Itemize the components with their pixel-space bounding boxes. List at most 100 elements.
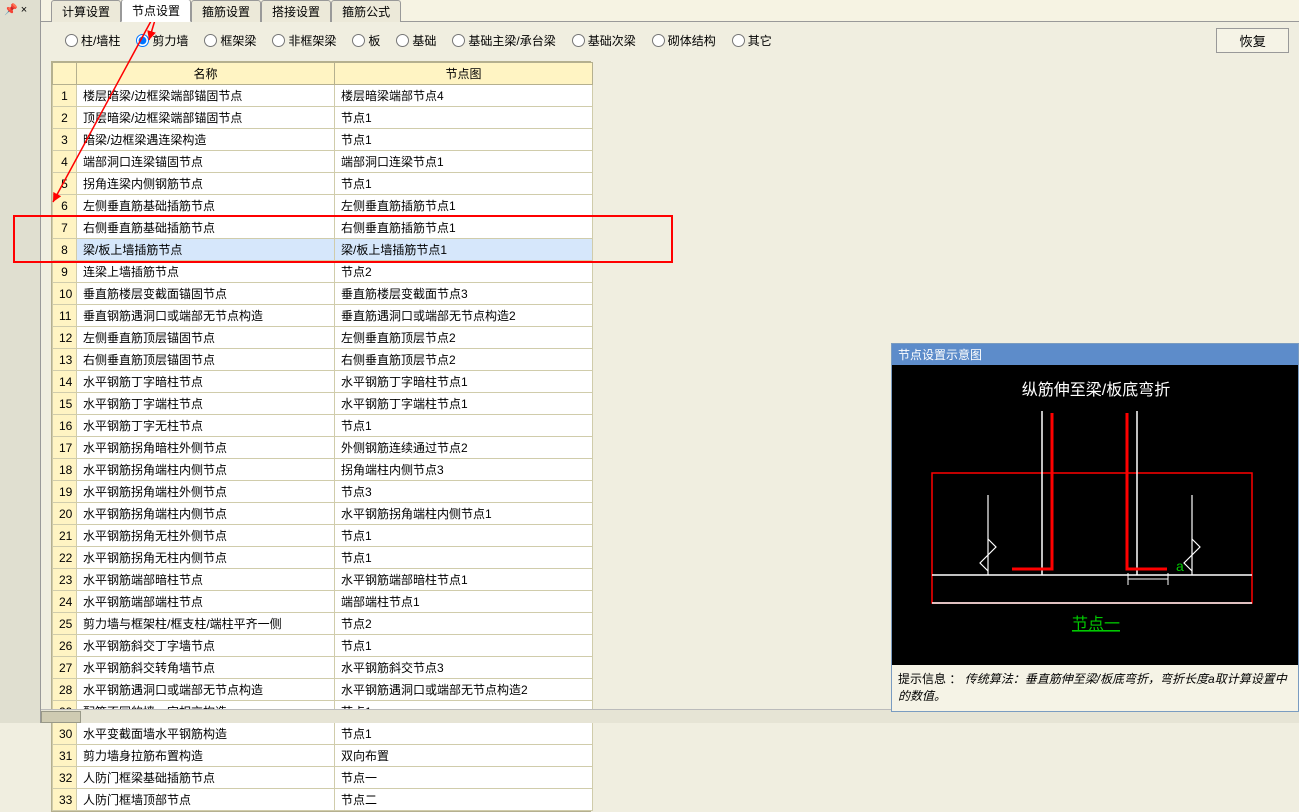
radio-5[interactable]: 基础 [396,32,436,49]
cell-node[interactable]: 右侧垂直筋顶层节点2 [335,349,593,371]
radio-4[interactable]: 板 [352,32,380,49]
table-row[interactable]: 16水平钢筋丁字无柱节点节点1 [53,415,593,437]
table-row[interactable]: 28水平钢筋遇洞口或端部无节点构造水平钢筋遇洞口或端部无节点构造2 [53,679,593,701]
table-row[interactable]: 8梁/板上墙插筋节点梁/板上墙插筋节点1 [53,239,593,261]
table-row[interactable]: 6左侧垂直筋基础插筋节点左侧垂直筋插筋节点1 [53,195,593,217]
cell-node[interactable]: 拐角端柱内侧节点3 [335,459,593,481]
tab-0[interactable]: 计算设置 [51,0,121,22]
cell-name[interactable]: 水平钢筋拐角无柱内侧节点 [77,547,335,569]
cell-node[interactable]: 梁/板上墙插筋节点1 [335,239,593,261]
cell-node[interactable]: 节点1 [335,129,593,151]
tab-2[interactable]: 箍筋设置 [191,0,261,22]
cell-node[interactable]: 节点2 [335,261,593,283]
table-row[interactable]: 5拐角连梁内侧钢筋节点节点1 [53,173,593,195]
cell-node[interactable]: 水平钢筋丁字暗柱节点1 [335,371,593,393]
table-row[interactable]: 23水平钢筋端部暗柱节点水平钢筋端部暗柱节点1 [53,569,593,591]
radio-2[interactable]: 框架梁 [204,32,256,49]
cell-name[interactable]: 水平钢筋端部端柱节点 [77,591,335,613]
table-row[interactable]: 9连梁上墙插筋节点节点2 [53,261,593,283]
cell-name[interactable]: 水平钢筋丁字端柱节点 [77,393,335,415]
radio-9[interactable]: 其它 [732,32,772,49]
cell-node[interactable]: 双向布置 [335,745,593,767]
table-row[interactable]: 18水平钢筋拐角端柱内侧节点拐角端柱内侧节点3 [53,459,593,481]
cell-name[interactable]: 水平钢筋遇洞口或端部无节点构造 [77,679,335,701]
table-row[interactable]: 25剪力墙与框架柱/框支柱/端柱平齐一侧节点2 [53,613,593,635]
cell-name[interactable]: 水平钢筋拐角端柱内侧节点 [77,459,335,481]
cell-name[interactable]: 水平钢筋丁字暗柱节点 [77,371,335,393]
cell-name[interactable]: 梁/板上墙插筋节点 [77,239,335,261]
radio-8[interactable]: 砌体结构 [652,32,716,49]
cell-node[interactable]: 节点一 [335,767,593,789]
cell-node[interactable]: 节点1 [335,173,593,195]
cell-name[interactable]: 端部洞口连梁锚固节点 [77,151,335,173]
col-name-header[interactable]: 名称 [77,63,335,85]
cell-name[interactable]: 拐角连梁内侧钢筋节点 [77,173,335,195]
cell-name[interactable]: 暗梁/边框梁遇连梁构造 [77,129,335,151]
table-row[interactable]: 19水平钢筋拐角端柱外侧节点节点3 [53,481,593,503]
cell-name[interactable]: 左侧垂直筋顶层锚固节点 [77,327,335,349]
table-row[interactable]: 12左侧垂直筋顶层锚固节点左侧垂直筋顶层节点2 [53,327,593,349]
cell-name[interactable]: 水平钢筋斜交转角墙节点 [77,657,335,679]
cell-node[interactable]: 外侧钢筋连续通过节点2 [335,437,593,459]
cell-node[interactable]: 节点二 [335,789,593,811]
cell-node[interactable]: 节点1 [335,525,593,547]
table-row[interactable]: 4端部洞口连梁锚固节点端部洞口连梁节点1 [53,151,593,173]
cell-name[interactable]: 剪力墙与框架柱/框支柱/端柱平齐一侧 [77,613,335,635]
table-row[interactable]: 24水平钢筋端部端柱节点端部端柱节点1 [53,591,593,613]
restore-button[interactable]: 恢复 [1216,28,1289,53]
table-row[interactable]: 3暗梁/边框梁遇连梁构造节点1 [53,129,593,151]
cell-name[interactable]: 水平钢筋端部暗柱节点 [77,569,335,591]
table-row[interactable]: 21水平钢筋拐角无柱外侧节点节点1 [53,525,593,547]
cell-name[interactable]: 右侧垂直筋基础插筋节点 [77,217,335,239]
table-row[interactable]: 7右侧垂直筋基础插筋节点右侧垂直筋插筋节点1 [53,217,593,239]
cell-name[interactable]: 顶层暗梁/边框梁端部锚固节点 [77,107,335,129]
radio-6[interactable]: 基础主梁/承台梁 [452,32,555,49]
cell-node[interactable]: 节点1 [335,723,593,745]
cell-node[interactable]: 节点1 [335,415,593,437]
cell-node[interactable]: 左侧垂直筋插筋节点1 [335,195,593,217]
cell-node[interactable]: 水平钢筋拐角端柱内侧节点1 [335,503,593,525]
cell-name[interactable]: 人防门框墙顶部节点 [77,789,335,811]
cell-node[interactable]: 节点1 [335,635,593,657]
pin-close-controls[interactable]: 📌 × [4,3,27,16]
cell-node[interactable]: 垂直筋楼层变截面节点3 [335,283,593,305]
table-row[interactable]: 10垂直筋楼层变截面锚固节点垂直筋楼层变截面节点3 [53,283,593,305]
cell-node[interactable]: 左侧垂直筋顶层节点2 [335,327,593,349]
cell-node[interactable]: 水平钢筋斜交节点3 [335,657,593,679]
cell-name[interactable]: 水平钢筋丁字无柱节点 [77,415,335,437]
cell-node[interactable]: 端部端柱节点1 [335,591,593,613]
table-row[interactable]: 20水平钢筋拐角端柱内侧节点水平钢筋拐角端柱内侧节点1 [53,503,593,525]
table-row[interactable]: 22水平钢筋拐角无柱内侧节点节点1 [53,547,593,569]
cell-name[interactable]: 左侧垂直筋基础插筋节点 [77,195,335,217]
table-row[interactable]: 27水平钢筋斜交转角墙节点水平钢筋斜交节点3 [53,657,593,679]
col-node-header[interactable]: 节点图 [335,63,593,85]
cell-name[interactable]: 水平钢筋拐角无柱外侧节点 [77,525,335,547]
cell-node[interactable]: 节点2 [335,613,593,635]
cell-name[interactable]: 水平钢筋拐角端柱外侧节点 [77,481,335,503]
cell-node[interactable]: 水平钢筋丁字端柱节点1 [335,393,593,415]
cell-node[interactable]: 节点1 [335,547,593,569]
cell-name[interactable]: 垂直钢筋遇洞口或端部无节点构造 [77,305,335,327]
cell-node[interactable]: 水平钢筋遇洞口或端部无节点构造2 [335,679,593,701]
cell-node[interactable]: 垂直筋遇洞口或端部无节点构造2 [335,305,593,327]
tab-4[interactable]: 箍筋公式 [331,0,401,22]
tab-3[interactable]: 搭接设置 [261,0,331,22]
cell-name[interactable]: 水平变截面墙水平钢筋构造 [77,723,335,745]
table-row[interactable]: 15水平钢筋丁字端柱节点水平钢筋丁字端柱节点1 [53,393,593,415]
cell-name[interactable]: 水平钢筋斜交丁字墙节点 [77,635,335,657]
radio-0[interactable]: 柱/墙柱 [65,32,120,49]
table-row[interactable]: 2顶层暗梁/边框梁端部锚固节点节点1 [53,107,593,129]
cell-node[interactable]: 端部洞口连梁节点1 [335,151,593,173]
cell-name[interactable]: 剪力墙身拉筋布置构造 [77,745,335,767]
cell-node[interactable]: 右侧垂直筋插筋节点1 [335,217,593,239]
table-row[interactable]: 32人防门框梁基础插筋节点节点一 [53,767,593,789]
table-row[interactable]: 14水平钢筋丁字暗柱节点水平钢筋丁字暗柱节点1 [53,371,593,393]
cell-name[interactable]: 水平钢筋拐角端柱内侧节点 [77,503,335,525]
cell-name[interactable]: 人防门框梁基础插筋节点 [77,767,335,789]
tab-1[interactable]: 节点设置 [121,0,191,22]
table-row[interactable]: 11垂直钢筋遇洞口或端部无节点构造垂直筋遇洞口或端部无节点构造2 [53,305,593,327]
radio-3[interactable]: 非框架梁 [272,32,336,49]
table-row[interactable]: 33人防门框墙顶部节点节点二 [53,789,593,811]
table-row[interactable]: 17水平钢筋拐角暗柱外侧节点外侧钢筋连续通过节点2 [53,437,593,459]
cell-node[interactable]: 节点3 [335,481,593,503]
